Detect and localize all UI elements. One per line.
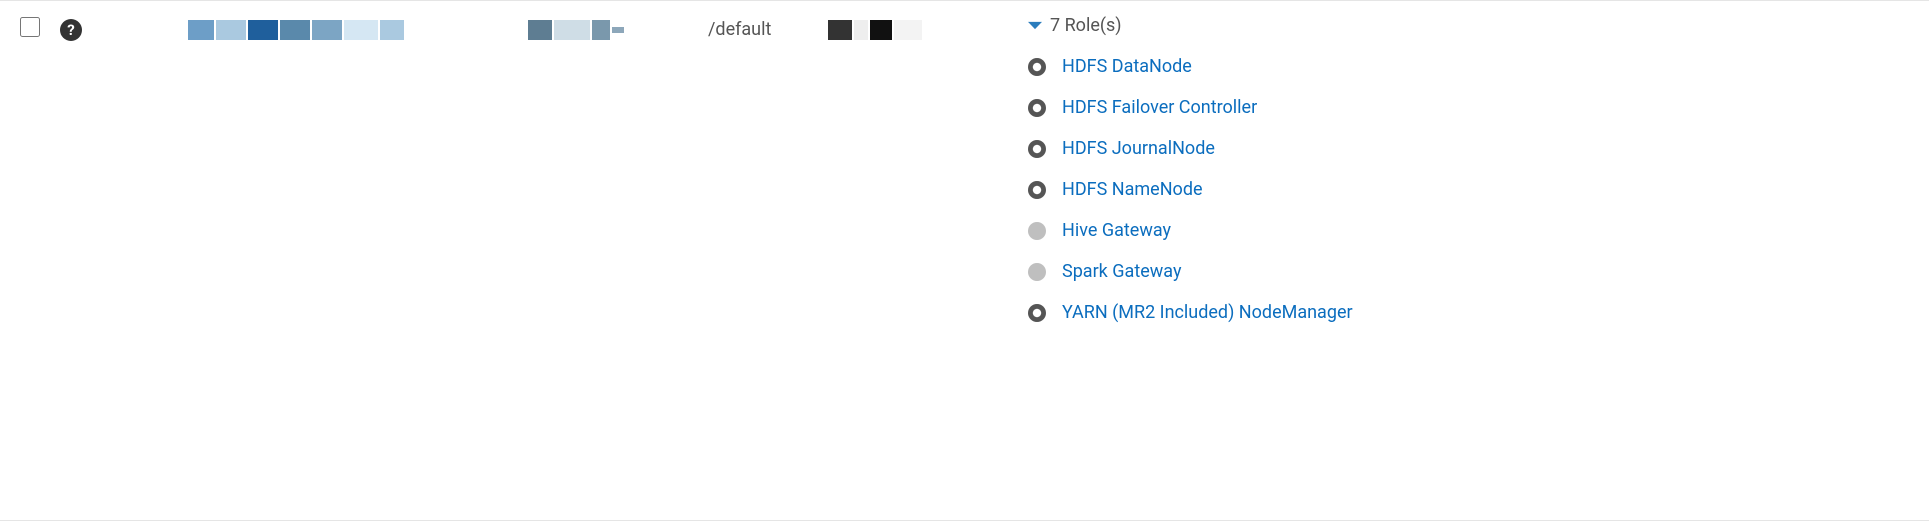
role-item: Spark Gateway <box>1028 251 1909 292</box>
ip-cell <box>528 15 708 40</box>
ip-value <box>528 19 626 40</box>
role-link[interactable]: HDFS Failover Controller <box>1062 97 1257 118</box>
role-item: HDFS DataNode <box>1028 46 1909 87</box>
role-link[interactable]: Hive Gateway <box>1062 220 1171 241</box>
checkbox-cell <box>20 15 60 42</box>
role-item: Hive Gateway <box>1028 210 1909 251</box>
roles-summary: 7 Role(s) <box>1050 15 1122 36</box>
role-link[interactable]: HDFS DataNode <box>1062 56 1192 77</box>
status-stopped-icon <box>1028 58 1046 76</box>
role-item: YARN (MR2 Included) NodeManager <box>1028 292 1909 333</box>
host-row: ? /default 7 Role(s) HDFS DataNode HDFS F… <box>0 0 1929 521</box>
status-cell: ? <box>60 15 98 41</box>
roles-cell: 7 Role(s) HDFS DataNode HDFS Failover Con… <box>1028 15 1909 333</box>
roles-toggle[interactable]: 7 Role(s) <box>1028 15 1909 36</box>
status-none-icon <box>1028 263 1046 281</box>
help-icon[interactable]: ? <box>60 19 82 41</box>
role-item: HDFS Failover Controller <box>1028 87 1909 128</box>
role-link[interactable]: YARN (MR2 Included) NodeManager <box>1062 302 1353 323</box>
roles-list: HDFS DataNode HDFS Failover Controller HDF… <box>1028 46 1909 333</box>
role-link[interactable]: HDFS JournalNode <box>1062 138 1215 159</box>
cluster-cell <box>828 15 1028 40</box>
cluster-link[interactable] <box>828 19 924 40</box>
host-link[interactable] <box>188 19 406 40</box>
rack-cell: /default <box>708 15 828 40</box>
status-stopped-icon <box>1028 99 1046 117</box>
status-stopped-icon <box>1028 304 1046 322</box>
role-item: HDFS JournalNode <box>1028 128 1909 169</box>
status-stopped-icon <box>1028 140 1046 158</box>
status-stopped-icon <box>1028 181 1046 199</box>
host-cell <box>98 15 528 40</box>
role-link[interactable]: Spark Gateway <box>1062 261 1181 282</box>
role-item: HDFS NameNode <box>1028 169 1909 210</box>
role-link[interactable]: HDFS NameNode <box>1062 179 1203 200</box>
status-none-icon <box>1028 222 1046 240</box>
chevron-down-icon <box>1028 22 1042 29</box>
row-checkbox[interactable] <box>20 17 40 37</box>
rack-value: /default <box>708 19 771 40</box>
